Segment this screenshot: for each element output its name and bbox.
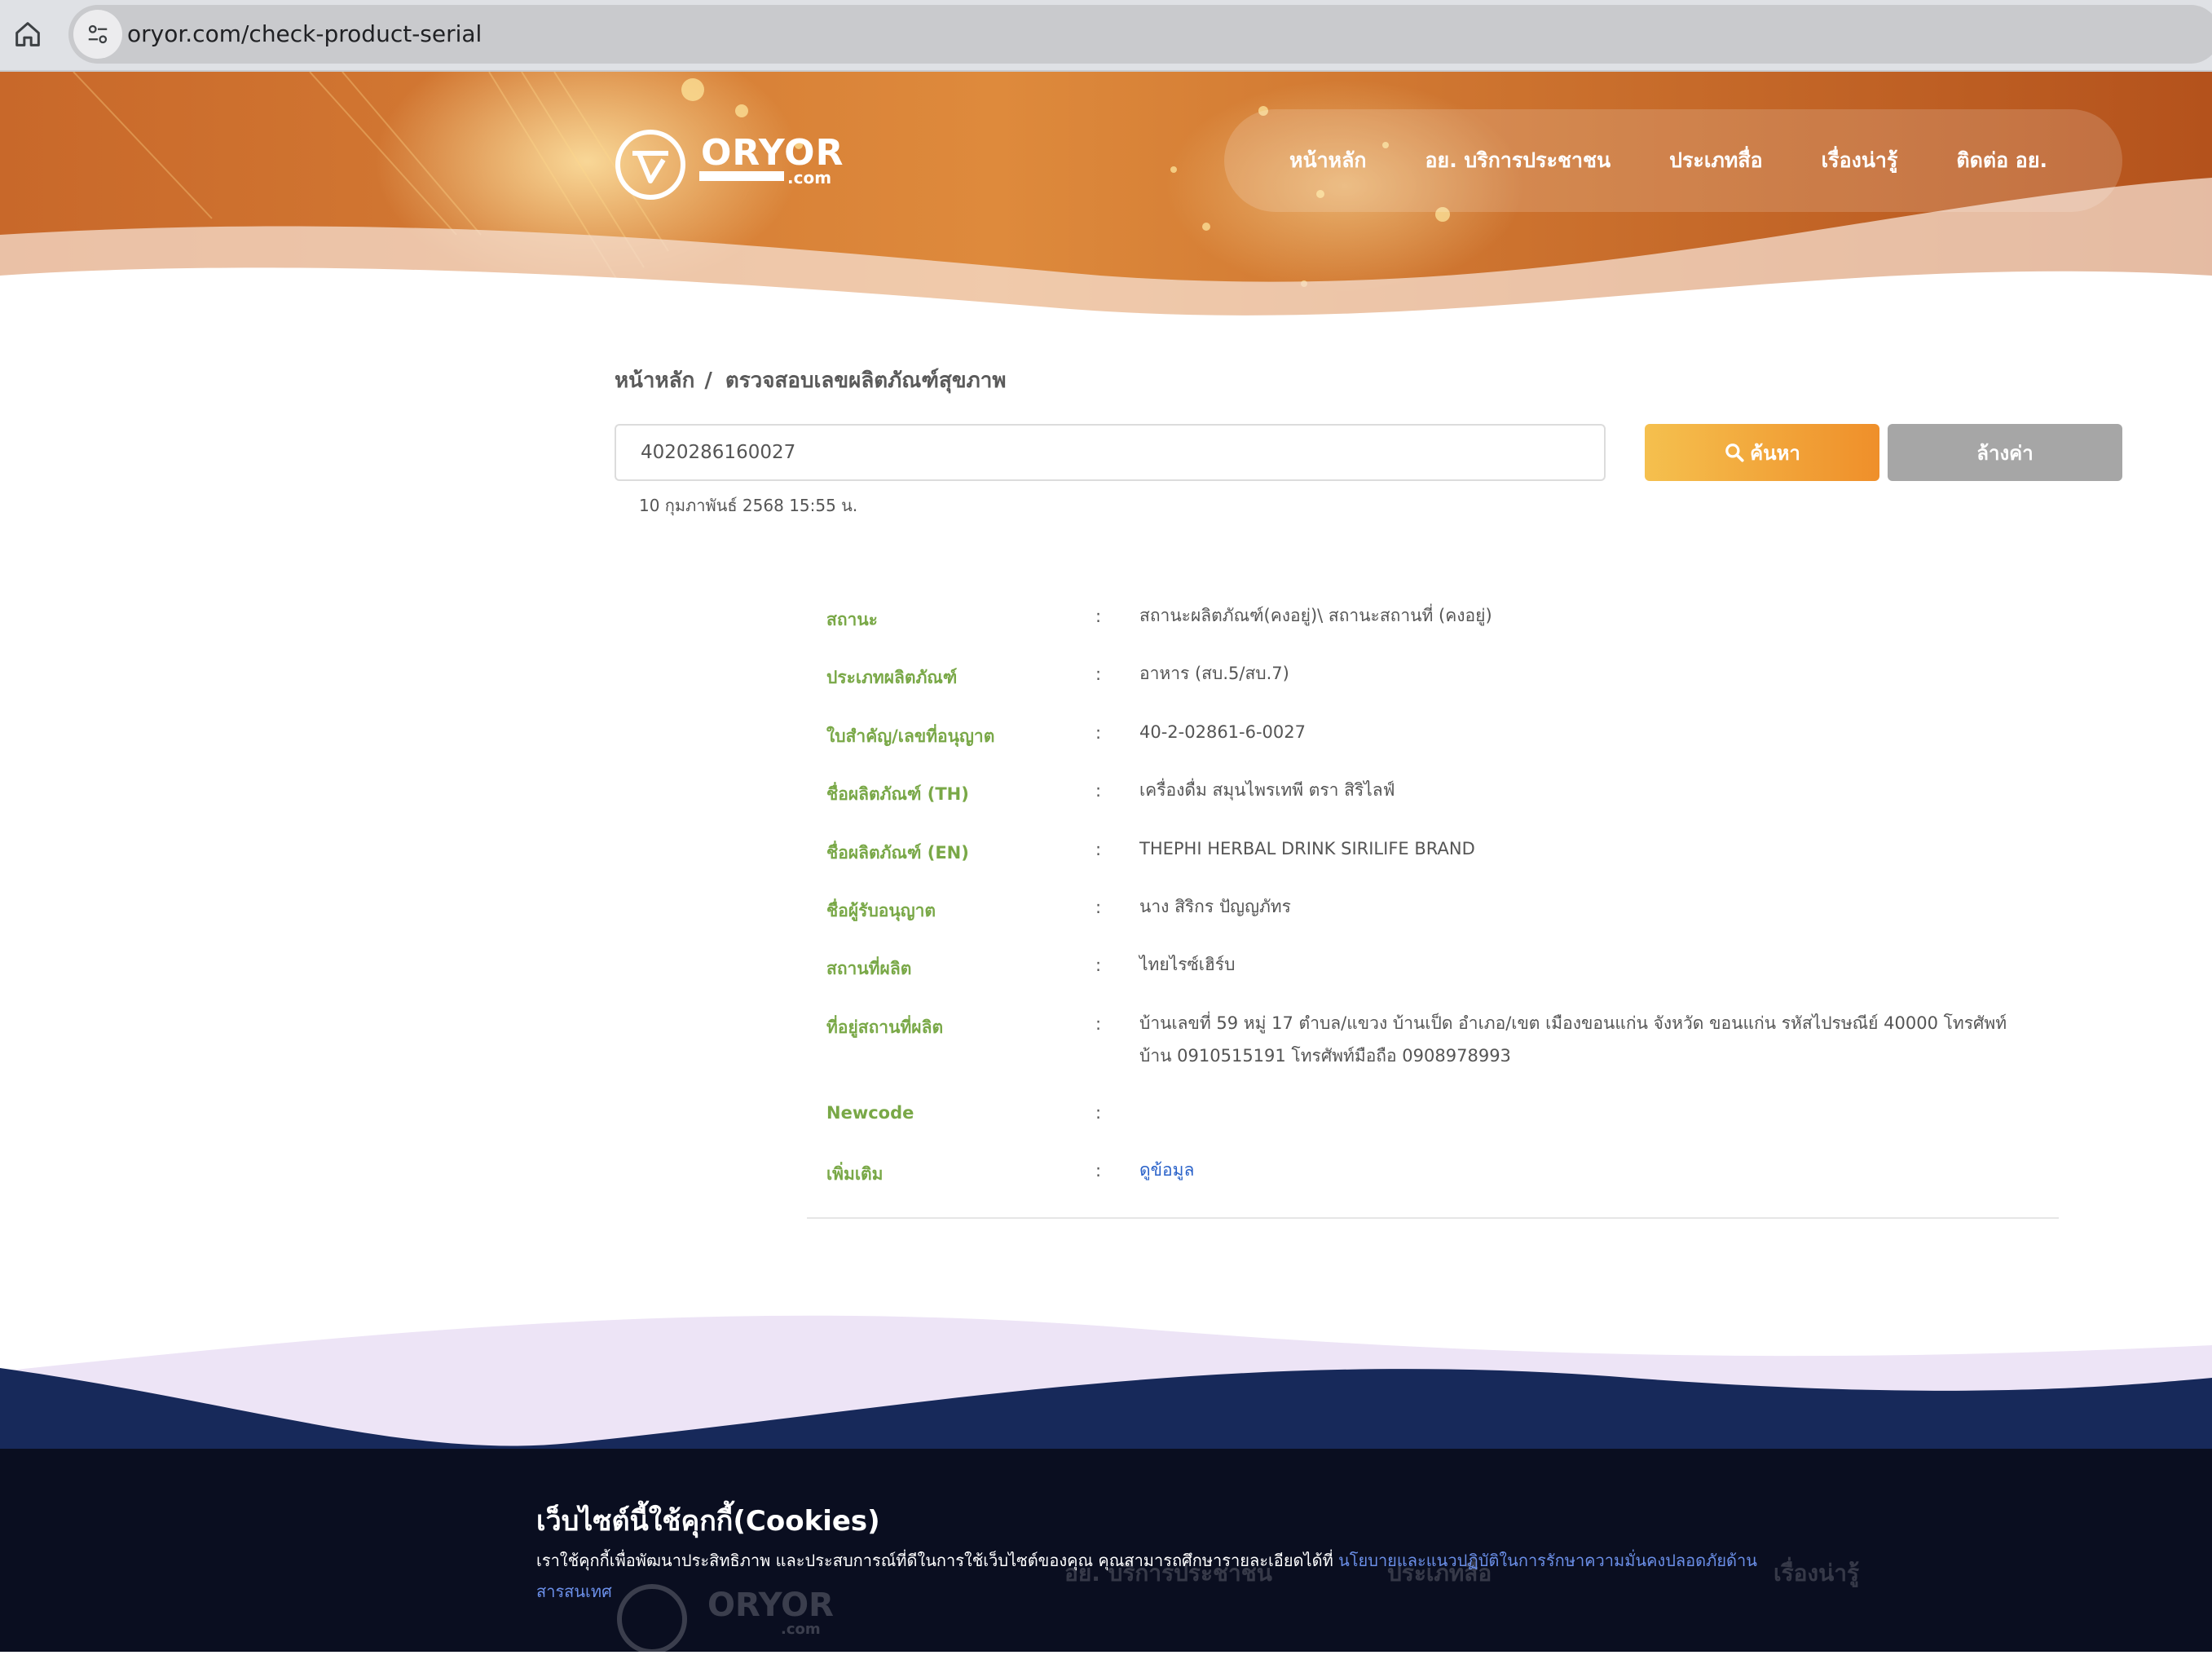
nav-media-types[interactable]: ประเภทสื่อ: [1669, 144, 1763, 177]
detail-colon: :: [1095, 1013, 1102, 1034]
detail-row-newcode: Newcode :: [807, 1092, 2059, 1150]
detail-label: ที่อยู่สถานที่ผลิต: [826, 1017, 944, 1037]
search-icon: [1725, 444, 1744, 462]
detail-label: ชื่อผู้รับอนุญาต: [826, 900, 936, 920]
detail-value: 40-2-02861-6-0027: [1139, 722, 1306, 742]
detail-value: ไทยไรซ์เฮิร์บ: [1139, 955, 1236, 975]
detail-value: บ้านเลขที่ 59 หมู่ 17 ตำบล/แขวง บ้านเป็ด…: [1139, 1013, 2007, 1066]
detail-label: ใบสำคัญ/เลขที่อนุญาต: [826, 726, 995, 746]
detail-value: THEPHI HERBAL DRINK SIRILIFE BRAND: [1139, 838, 1475, 858]
view-info-link[interactable]: ดูข้อมูล: [1139, 1160, 1194, 1180]
nav-knowledge[interactable]: เรื่องน่ารู้: [1822, 144, 1898, 177]
oryor-logo[interactable]: ORYOR .com: [615, 124, 859, 205]
detail-colon: :: [1095, 607, 1102, 626]
details-divider: [807, 1217, 2059, 1219]
detail-colon: :: [1095, 722, 1102, 743]
home-icon[interactable]: [11, 18, 44, 51]
nav-public-services[interactable]: อย. บริการประชาชน: [1425, 144, 1611, 177]
serial-search-input[interactable]: 4020286160027: [615, 424, 1606, 481]
detail-value: ดูข้อมูล: [1139, 1154, 2020, 1186]
detail-label: ชื่อผลิตภัณฑ์ (EN): [826, 842, 969, 863]
detail-row-address: ที่อยู่สถานที่ผลิต : บ้านเลขที่ 59 หมู่ …: [807, 1003, 2059, 1092]
nav-contact[interactable]: ติดต่อ อย.: [1956, 144, 2047, 177]
cookie-text-body: เราใช้คุกกี้เพื่อพัฒนาประสิทธิภาพ และประ…: [536, 1551, 1339, 1570]
site-settings-icon[interactable]: [73, 10, 122, 59]
detail-row-licensee: ชื่อผู้รับอนุญาต : นาง สิริกร ปัญญภัทร: [807, 886, 2059, 944]
detail-label: สถานะ: [826, 610, 878, 629]
site-header: ORYOR .com หน้าหลัก อย. บริการประชาชน ปร…: [0, 72, 2212, 349]
url-text[interactable]: oryor.com/check-product-serial: [127, 5, 482, 64]
detail-row-name-th: ชื่อผลิตภัณฑ์ (TH) : เครื่องดื่ม สมุนไพร…: [807, 770, 2059, 828]
detail-colon: :: [1095, 897, 1102, 917]
address-bar[interactable]: oryor.com/check-product-serial: [68, 5, 2212, 64]
product-details: สถานะ : สถานะผลิตภัณฑ์(คงอยู่)\ สถานะสถา…: [807, 595, 2059, 1208]
detail-label: เพิ่มเติม: [826, 1164, 883, 1185]
detail-colon: :: [1095, 1102, 1102, 1123]
nav-home[interactable]: หน้าหลัก: [1289, 144, 1367, 177]
detail-colon: :: [1095, 955, 1102, 976]
detail-value: สถานะผลิตภัณฑ์(คงอยู่)\ สถานะสถานที่ (คง…: [1139, 606, 1492, 625]
search-button-label: ค้นหา: [1750, 441, 1800, 465]
detail-value: เครื่องดื่ม สมุนไพรเทพี ตรา สิริไลฟ์: [1139, 780, 1395, 801]
breadcrumb: หน้าหลัก / ตรวจสอบเลขผลิตภัณฑ์สุขภาพ: [615, 364, 1007, 397]
search-timestamp: 10 กุมภาพันธ์ 2568 15:55 น.: [639, 496, 858, 515]
detail-row-license-number: ใบสำคัญ/เลขที่อนุญาต : 40-2-02861-6-0027: [807, 712, 2059, 770]
detail-value: อาหาร (สบ.5/สบ.7): [1139, 664, 1289, 684]
cookie-title: เว็บไซต์นี้ใช้คุกกี้(Cookies): [536, 1505, 880, 1538]
breadcrumb-current: ตรวจสอบเลขผลิตภัณฑ์สุขภาพ: [725, 369, 1007, 393]
detail-colon: :: [1095, 664, 1102, 685]
detail-label: สถานที่ผลิต: [826, 959, 912, 979]
footer-link-knowledge[interactable]: เรื่องน่ารู้: [1774, 1556, 1859, 1591]
clear-button[interactable]: ล้างค่า: [1888, 424, 2122, 481]
breadcrumb-separator: /: [704, 369, 712, 393]
detail-row-name-en: ชื่อผลิตภัณฑ์ (EN) : THEPHI HERBAL DRINK…: [807, 828, 2059, 886]
detail-colon: :: [1095, 839, 1102, 859]
detail-row-manufacturer: สถานที่ผลิต : ไทยไรซ์เฮิร์บ: [807, 944, 2059, 1002]
logo-domain: .com: [787, 168, 832, 188]
detail-label: ประเภทผลิตภัณฑ์: [826, 668, 958, 688]
search-button[interactable]: ค้นหา: [1645, 424, 1879, 481]
breadcrumb-home[interactable]: หน้าหลัก: [615, 369, 694, 393]
footer-logo-domain: .com: [781, 1621, 821, 1638]
detail-value: นาง สิริกร ปัญญภัทร: [1139, 896, 1291, 916]
clear-button-label: ล้างค่า: [1976, 441, 2034, 465]
detail-row-product-type: ประเภทผลิตภัณฑ์ : อาหาร (สบ.5/สบ.7): [807, 653, 2059, 711]
detail-colon: :: [1095, 781, 1102, 801]
browser-toolbar: oryor.com/check-product-serial: [0, 0, 2212, 72]
main-nav: หน้าหลัก อย. บริการประชาชน ประเภทสื่อ เร…: [1224, 109, 2122, 212]
detail-label: ชื่อผลิตภัณฑ์ (TH): [826, 784, 969, 805]
detail-row-more: เพิ่มเติม : ดูข้อมูล: [807, 1150, 2059, 1207]
cookie-text: เราใช้คุกกี้เพื่อพัฒนาประสิทธิภาพ และประ…: [536, 1545, 1775, 1607]
detail-colon: :: [1095, 1161, 1102, 1181]
detail-label: Newcode: [826, 1102, 914, 1123]
detail-row-status: สถานะ : สถานะผลิตภัณฑ์(คงอยู่)\ สถานะสถา…: [807, 595, 2059, 653]
